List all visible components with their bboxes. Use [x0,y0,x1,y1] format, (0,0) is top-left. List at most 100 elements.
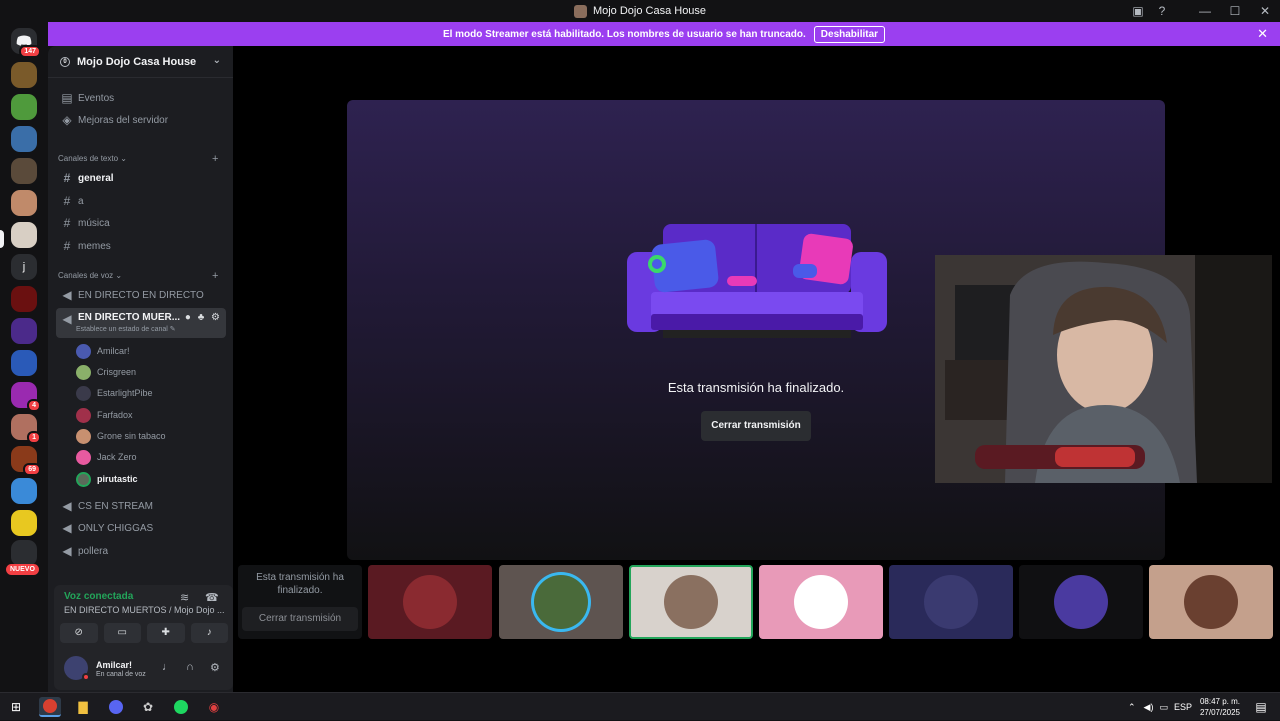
minimize-button[interactable]: — [1190,4,1220,18]
voice-user[interactable]: EstarlightPibe [76,383,226,403]
close-banner-icon[interactable]: ✕ [1257,26,1268,42]
microphone-icon[interactable]: ♩ [162,661,173,673]
chrome-icon[interactable] [39,697,61,717]
voice-channel-active[interactable]: ◀ EN DIRECTO MUER... Establece un estado … [56,308,226,338]
server-icon-1[interactable] [11,62,37,88]
obs-icon[interactable]: ◉ [203,697,225,717]
voice-user-name: pirutastic [97,474,138,484]
share-screen-button[interactable]: ▭ [103,623,141,643]
server-icon-2[interactable] [11,94,37,120]
voice-channel-label: CS EN STREAM [78,500,154,512]
disconnect-icon[interactable]: ☎ [205,591,219,604]
chevron-up-icon[interactable]: ⌃ [1128,702,1136,713]
participant-tile[interactable] [889,565,1013,639]
server-icon-j[interactable]: j [11,254,37,280]
voice-user[interactable]: Crisgreen [76,362,226,382]
participant-tile[interactable] [1019,565,1143,639]
server-icon-3[interactable] [11,126,37,152]
close-window-button[interactable]: ✕ [1250,4,1280,18]
help-icon[interactable]: ? [1150,4,1174,18]
participant-tile[interactable] [759,565,883,639]
status-dot [82,673,90,681]
network-icon[interactable]: ▭ [1159,702,1168,713]
server-icon-6[interactable] [11,222,37,248]
participant-tile-speaking[interactable] [629,565,753,639]
spotify-icon[interactable] [170,697,192,717]
server-icon-9[interactable] [11,350,37,376]
voice-channel-cs[interactable]: ◀ CS EN STREAM [56,496,226,516]
voice-channel-label: EN DIRECTO MUER... [78,312,181,323]
text-category[interactable]: Canales de texto ⌄ + [58,153,228,165]
home-badge: 147 [19,45,41,58]
avatar [1054,575,1108,629]
voice-user[interactable]: Amilcar! [76,341,226,361]
disable-streamer-button[interactable]: Deshabilitar [813,25,886,43]
server-icon-10[interactable]: 4 [11,382,41,412]
server-header[interactable]: 0 Mojo Dojo Casa House ⌄ [48,46,233,78]
voice-user[interactable]: Jack Zero [76,447,226,467]
server-icon-13[interactable] [11,478,37,504]
voice-user-name: Jack Zero [97,452,137,462]
events-item[interactable]: ▤ Eventos [56,88,226,108]
inbox-icon[interactable]: ▣ [1126,4,1150,18]
channel-a[interactable]: # a [56,191,226,211]
voice-connected-channel[interactable]: EN DIRECTO MUERTOS / Mojo Dojo ... [64,605,224,615]
server-icon [573,4,587,18]
channel-status-hint[interactable]: Establece un estado de canal ✎ [76,325,176,333]
server-icon-8[interactable] [11,318,37,344]
discord-taskbar-icon[interactable] [105,697,127,717]
add-voice-channel-icon[interactable]: + [212,270,218,282]
server-boost-icon: 0 [60,56,70,67]
avatar [76,407,91,423]
start-icon[interactable]: ⊞ [5,697,27,717]
calendar-icon: ▤ [61,91,73,105]
home-button[interactable]: 147 [11,28,41,58]
avatar [76,385,91,401]
stream-tile[interactable]: Esta transmisión ha finalizado. Cerrar t… [238,565,362,639]
speaker-icon: ◀ [62,521,72,535]
noise-suppression-icon[interactable]: ≋ [180,591,189,604]
server-icon-12[interactable]: 69 [11,446,41,476]
file-explorer-icon[interactable]: ▇ [72,697,94,717]
headphones-icon[interactable]: ∩ [186,661,194,673]
clock[interactable]: 08:47 p. m. 27/07/2025 [1200,696,1240,718]
server-icon-4[interactable] [11,158,37,184]
channel-memes[interactable]: # memes [56,236,226,256]
channel-musica[interactable]: # música [56,213,226,233]
participant-tile[interactable] [368,565,492,639]
add-channel-icon[interactable]: + [212,153,218,165]
server-icon-5[interactable] [11,190,37,216]
voice-channel-label: pollera [78,545,109,557]
activities-button[interactable]: ✚ [147,623,185,643]
voice-category-label: Canales de voz [58,271,114,280]
voice-channel-1[interactable]: ◀ EN DIRECTO EN DIRECTO [56,285,226,305]
soundboard-button[interactable]: ♪ [190,623,228,643]
maximize-button[interactable]: ☐ [1220,4,1250,18]
server-icon-7[interactable] [11,286,37,312]
voice-channel-only[interactable]: ◀ ONLY CHIGGAS [56,518,226,538]
webcam-video[interactable] [935,255,1272,483]
voice-category[interactable]: Canales de voz ⌄ + [58,270,228,282]
server-icon-15[interactable] [11,540,37,566]
settings-icon[interactable]: ⚙ [210,661,220,674]
voice-channel-pollera[interactable]: ◀ pollera [56,541,226,561]
channel-actions[interactable]: ● ♣ ⚙ [185,312,222,323]
app-icon[interactable]: ✿ [137,697,159,717]
volume-icon[interactable]: ◀) [1144,702,1154,713]
server-icon-14[interactable] [11,510,37,536]
language-indicator[interactable]: ESP [1174,702,1192,712]
voice-connected-label: Voz conectada [64,591,134,602]
channel-general[interactable]: # general [56,168,226,188]
server-icon-11[interactable]: 1 [11,414,41,444]
voice-user[interactable]: Farfadox [76,405,226,425]
voice-user[interactable]: Grone sin tabaco [76,426,226,446]
boosts-item[interactable]: ◈ Mejoras del servidor [56,110,226,130]
camera-off-button[interactable]: ⊘ [60,623,98,643]
tile-close-stream-button[interactable]: Cerrar transmisión [242,607,358,631]
voice-user[interactable]: pirutastic [76,469,226,489]
participant-tile[interactable] [499,565,623,639]
notifications-icon[interactable]: ▤ [1250,697,1272,717]
participant-tile[interactable] [1149,565,1273,639]
selected-server-pill [0,230,4,248]
close-stream-button[interactable]: Cerrar transmisión [701,411,811,441]
